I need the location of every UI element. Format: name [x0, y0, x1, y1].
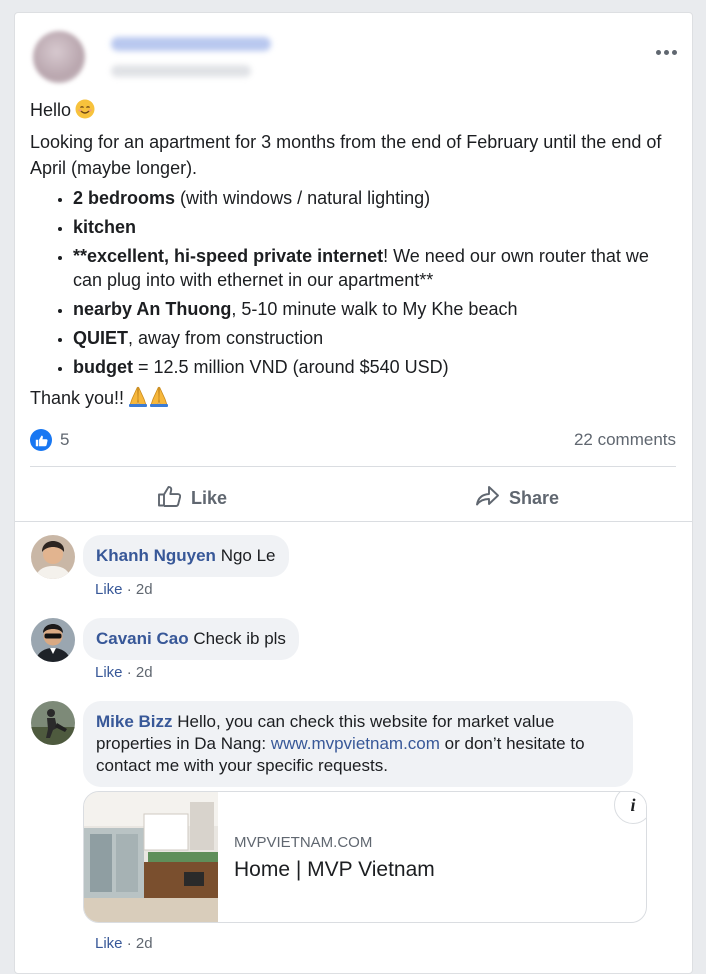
post-intro: Looking for an apartment for 3 months fr… [30, 132, 662, 178]
commenter-name[interactable]: Khanh Nguyen [96, 546, 216, 565]
commenter-avatar[interactable] [31, 535, 75, 579]
smiling-face-icon [75, 99, 95, 126]
share-button-label: Share [509, 487, 560, 508]
stats-divider [30, 466, 676, 467]
link-preview-thumbnail [84, 792, 218, 922]
post-stats: 5 22 comments [30, 429, 676, 453]
requirement-bold: QUIET [73, 328, 129, 348]
comment-count[interactable]: 22 comments [574, 430, 676, 450]
comment-meta: Like · 2d [95, 935, 153, 952]
like-button[interactable]: Like [157, 483, 227, 513]
requirement-rest: = 12.5 million VND (around $540 USD) [133, 357, 449, 377]
requirement-bold: kitchen [73, 217, 137, 237]
requirement-item: QUIET, away from construction [73, 326, 680, 350]
like-button-label: Like [191, 487, 228, 508]
greeting-line: Hello [30, 97, 680, 125]
post-body: Hello Looking for an apartment for 3 mon… [30, 97, 680, 414]
like-reaction-icon[interactable] [30, 429, 52, 451]
comment-like-link[interactable]: Like [95, 935, 123, 952]
thanks-line: Thank you!! [30, 385, 680, 414]
link-preview-card[interactable]: MVPVIETNAM.COM Home | MVP Vietnam i [83, 791, 647, 923]
comment-time[interactable]: · 2d [127, 581, 153, 598]
comment-like-link[interactable]: Like [95, 664, 123, 681]
link-preview-title[interactable]: Home | MVP Vietnam [234, 858, 435, 882]
comment-bubble: Mike Bizz Hello, you can check this webs… [83, 701, 633, 787]
comment-meta: Like · 2d [95, 664, 153, 681]
thanks-text: Thank you!! [30, 388, 125, 408]
comment-url-link[interactable]: www.mvpvietnam.com [271, 734, 440, 753]
folded-hands-icon [128, 385, 170, 414]
commenter-name[interactable]: Mike Bizz [96, 712, 173, 731]
post-timestamp-blurred[interactable] [111, 65, 251, 77]
comment-time[interactable]: · 2d [127, 664, 153, 681]
comment-text: Check ib pls [193, 629, 286, 648]
comment-like-link[interactable]: Like [95, 581, 123, 598]
requirement-item: 2 bedrooms (with windows / natural light… [73, 186, 680, 210]
requirement-bold: budget [73, 357, 133, 377]
requirement-bold: **excellent, hi-speed private internet [73, 246, 384, 266]
link-preview-domain: MVPVIETNAM.COM [234, 834, 373, 851]
info-icon[interactable]: i [614, 792, 646, 824]
greeting-text: Hello [30, 100, 72, 120]
comment-meta: Like · 2d [95, 581, 153, 598]
post-header [29, 27, 679, 87]
comment-bubble: Cavani Cao Check ib pls [83, 618, 299, 660]
requirement-rest: , 5-10 minute walk to My Khe beach [231, 299, 518, 319]
comment-item: Khanh Nguyen Ngo Le Like · 2d [31, 535, 671, 605]
comment-bubble: Khanh Nguyen Ngo Le [83, 535, 289, 577]
commenter-avatar[interactable] [31, 701, 75, 745]
author-name-blurred[interactable] [111, 37, 271, 51]
requirement-item: nearby An Thuong, 5-10 minute walk to My… [73, 297, 680, 321]
requirement-bold: nearby An Thuong [73, 299, 232, 319]
comment-text: Ngo Le [220, 546, 276, 565]
requirement-item: kitchen [73, 215, 680, 239]
requirement-item: **excellent, hi-speed private internet! … [73, 244, 680, 292]
post-card: Hello Looking for an apartment for 3 mon… [14, 12, 693, 974]
share-button[interactable]: Share [475, 483, 559, 513]
more-options-button[interactable] [649, 39, 683, 65]
post-actions: Like Share [15, 475, 692, 521]
like-count[interactable]: 5 [60, 430, 69, 450]
commenter-name[interactable]: Cavani Cao [96, 629, 189, 648]
requirement-rest: (with windows / natural lighting) [175, 188, 431, 208]
requirements-list: 2 bedrooms (with windows / natural light… [30, 186, 680, 379]
commenter-avatar[interactable] [31, 618, 75, 662]
requirement-bold: 2 bedrooms [73, 188, 176, 208]
requirement-item: budget = 12.5 million VND (around $540 U… [73, 355, 680, 379]
comment-time[interactable]: · 2d [127, 935, 153, 952]
actions-divider [15, 521, 692, 522]
comment-item: Cavani Cao Check ib pls Like · 2d [31, 618, 671, 688]
requirement-rest: , away from construction [128, 328, 324, 348]
author-avatar[interactable] [33, 31, 85, 83]
thumbs-up-icon [157, 484, 183, 513]
share-arrow-icon [475, 484, 501, 513]
